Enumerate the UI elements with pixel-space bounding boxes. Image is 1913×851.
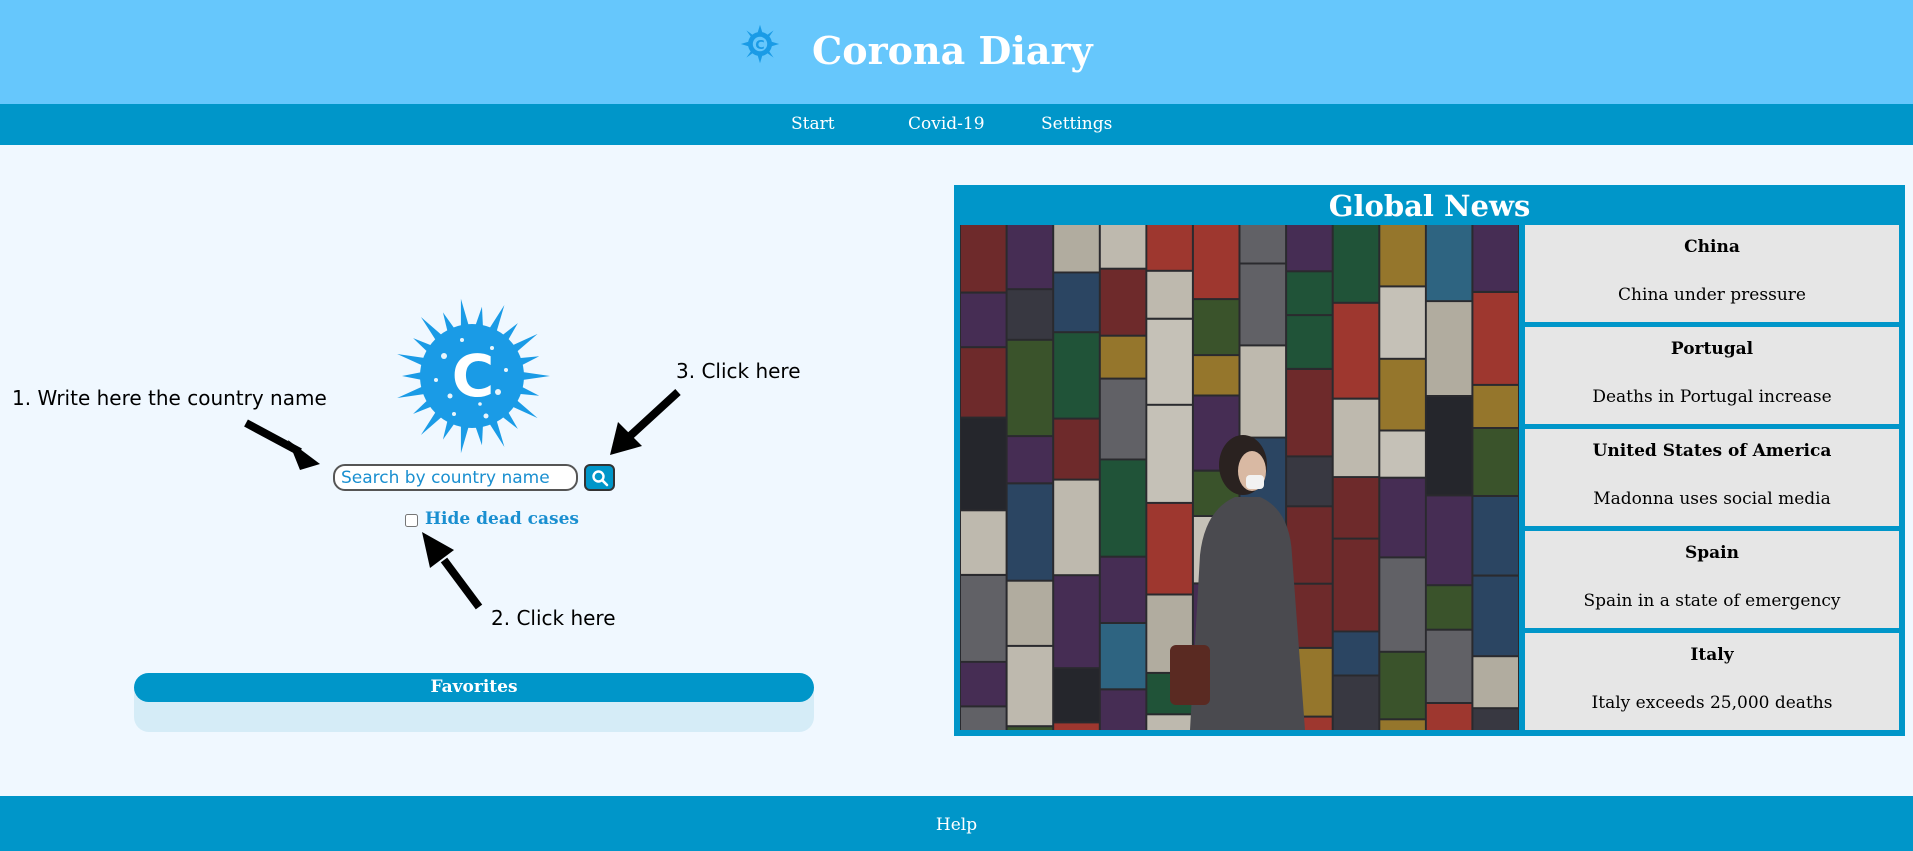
virus-logo-icon: C: [397, 298, 550, 454]
news-headline: Italy exceeds 25,000 deaths: [1591, 693, 1833, 713]
favorites-panel: Favorites: [134, 673, 814, 732]
news-photo-image: [961, 225, 1518, 730]
header: C Corona Diary: [0, 0, 1913, 104]
favorites-title: Favorites: [134, 673, 814, 702]
news-list: China China under pressure Portugal Deat…: [1525, 225, 1899, 730]
global-news-panel: Global News China China under pressure P…: [954, 185, 1905, 736]
help-link[interactable]: Help: [0, 796, 1913, 851]
hint-step1: 1. Write here the country name: [12, 386, 327, 410]
hint-step3: 3. Click here: [676, 359, 801, 383]
nav-item-settings[interactable]: Settings: [1041, 104, 1112, 145]
hide-dead-checkbox[interactable]: [405, 514, 418, 527]
news-item[interactable]: Italy Italy exceeds 25,000 deaths: [1525, 633, 1899, 730]
news-headline: China under pressure: [1618, 285, 1806, 305]
search-button[interactable]: [584, 464, 615, 491]
news-item[interactable]: China China under pressure: [1525, 225, 1899, 322]
news-country: Portugal: [1670, 339, 1754, 359]
news-item[interactable]: Spain Spain in a state of emergency: [1525, 531, 1899, 628]
news-country: Spain: [1685, 543, 1739, 563]
news-headline: Madonna uses social media: [1593, 489, 1831, 509]
news-photo[interactable]: [960, 225, 1519, 730]
hide-dead-label[interactable]: Hide dead cases: [425, 509, 579, 529]
news-country: United States of America: [1592, 441, 1832, 461]
search-input[interactable]: [333, 464, 578, 491]
news-item[interactable]: Portugal Deaths in Portugal increase: [1525, 327, 1899, 424]
news-item[interactable]: United States of America Madonna uses so…: [1525, 429, 1899, 526]
hint-step2: 2. Click here: [491, 606, 616, 630]
main-nav: Start Covid-19 Settings: [0, 104, 1913, 145]
search-icon: [591, 469, 608, 486]
svg-text:C: C: [755, 38, 764, 53]
svg-text:C: C: [452, 342, 495, 410]
app-title: Corona Diary: [812, 28, 1093, 73]
footer: Help: [0, 796, 1913, 851]
news-country: China: [1684, 237, 1740, 257]
nav-item-start[interactable]: Start: [791, 104, 835, 145]
news-headline: Deaths in Portugal increase: [1592, 387, 1832, 407]
news-title: Global News: [1328, 189, 1531, 223]
virus-logo-icon: C: [740, 24, 780, 64]
news-headline: Spain in a state of emergency: [1583, 591, 1841, 611]
news-country: Italy: [1690, 645, 1734, 665]
nav-item-covid19[interactable]: Covid-19: [908, 104, 985, 145]
